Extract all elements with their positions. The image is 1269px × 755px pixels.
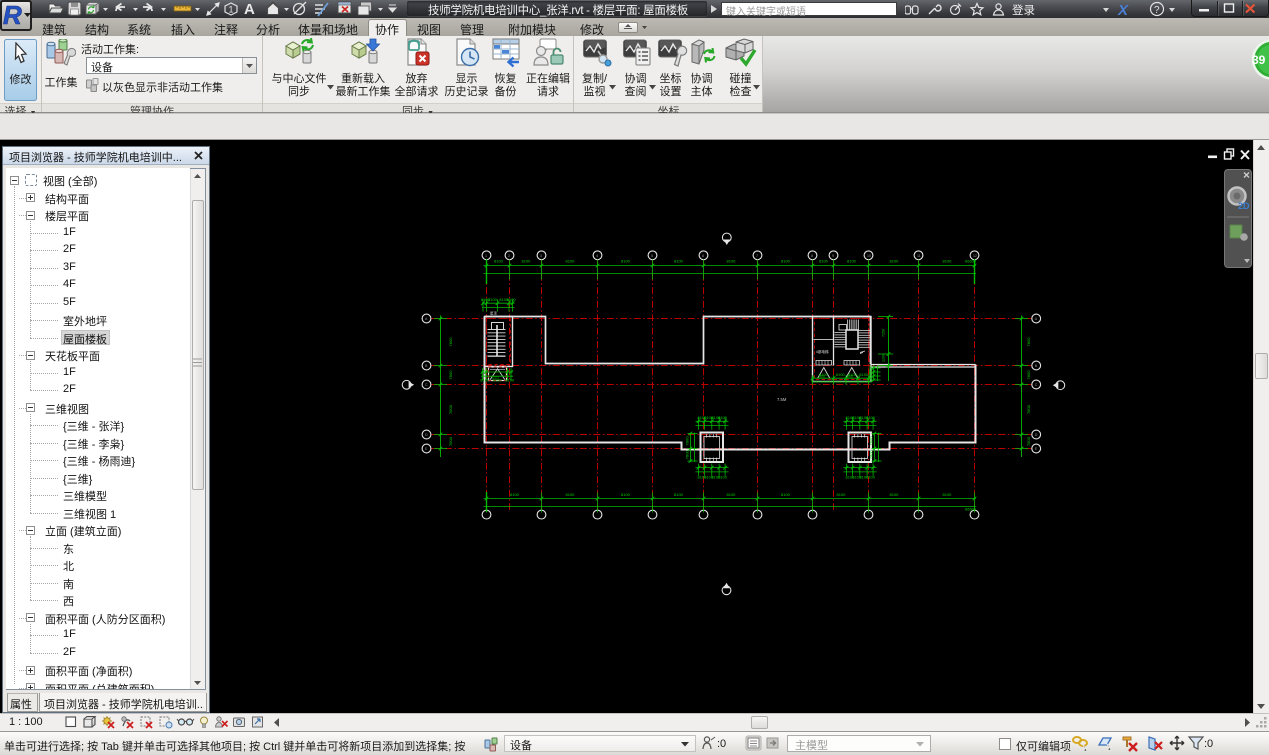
svg-text:C: C [425,383,428,387]
svg-text:8100: 8100 [848,372,858,377]
svg-text:8100: 8100 [674,492,684,497]
svg-text:D: D [1035,433,1038,437]
svg-text:7150: 7150 [882,329,886,337]
svg-text:8100: 8100 [494,259,504,264]
svg-text:7: 7 [756,254,758,258]
svg-text:X: X [1117,2,1129,18]
svg-text:66600: 66600 [965,507,977,512]
svg-text:屋顶: 屋顶 [490,311,497,316]
svg-text:?: ? [1154,5,1160,16]
svg-text:6: 6 [702,254,704,258]
svg-text:7800: 7800 [685,450,690,460]
svg-text:8100: 8100 [621,492,631,497]
svg-text:7.5M: 7.5M [777,397,787,402]
svg-text:8100: 8100 [943,492,953,497]
svg-text:3: 3 [540,254,542,258]
svg-text:8100: 8100 [505,378,515,383]
svg-text:8100: 8100 [890,492,900,497]
svg-text:66600: 66600 [965,259,977,264]
svg-text:7800: 7800 [869,436,874,446]
svg-text:12: 12 [973,254,977,258]
svg-text:2: 2 [508,254,510,258]
svg-text:8100: 8100 [847,259,857,264]
svg-text:8100: 8100 [488,297,498,302]
svg-text:7800: 7800 [685,436,690,446]
svg-text:9: 9 [832,254,834,258]
svg-text:D: D [425,433,428,437]
svg-text:A: A [244,1,255,18]
svg-text:1: 1 [485,254,487,258]
svg-text:8100: 8100 [866,415,876,420]
svg-text:8100: 8100 [781,259,791,264]
svg-text:8100: 8100 [718,475,728,480]
svg-text:7800: 7800 [1026,436,1031,446]
svg-text:4: 4 [596,254,598,258]
svg-text:11: 11 [917,254,921,258]
svg-text:8100: 8100 [566,492,576,497]
svg-text:7800: 7800 [448,404,453,414]
svg-text:8100: 8100 [943,259,953,264]
svg-text:8100: 8100 [859,372,869,377]
svg-text:8100: 8100 [781,492,791,497]
svg-text:7800: 7800 [869,450,874,460]
svg-text:8100: 8100 [890,259,900,264]
svg-text:8100: 8100 [718,415,728,420]
svg-text:8100: 8100 [566,259,576,264]
svg-text:8100: 8100 [507,297,517,302]
svg-text:7800: 7800 [448,436,453,446]
svg-text:C: C [1035,383,1038,387]
svg-text:8100: 8100 [510,492,520,497]
svg-text:R: R [3,1,22,29]
svg-text:8100: 8100 [866,475,876,480]
svg-text:8100: 8100 [819,372,829,377]
svg-text:8100: 8100 [837,492,847,497]
svg-text:7800: 7800 [1026,370,1031,380]
svg-text:5: 5 [651,254,653,258]
svg-text:10: 10 [867,254,871,258]
svg-text:7800: 7800 [1026,337,1031,347]
svg-text:8100: 8100 [727,492,737,497]
svg-text:8: 8 [811,254,813,258]
svg-text:2D: 2D [1238,201,1250,211]
svg-text:1: 1 [229,5,234,15]
svg-text:8100: 8100 [522,259,532,264]
svg-text:8100: 8100 [480,378,490,383]
svg-text:8100: 8100 [727,259,737,264]
svg-text:8100: 8100 [674,259,684,264]
svg-text:39: 39 [1252,53,1266,67]
svg-text:8100: 8100 [621,259,631,264]
svg-text:1200: 1200 [882,354,886,362]
svg-text:7800: 7800 [448,370,453,380]
svg-text:7800: 7800 [1026,404,1031,414]
svg-text:1221: 1221 [491,376,499,380]
svg-text:4部电梯: 4部电梯 [816,349,829,354]
svg-text:7800: 7800 [448,337,453,347]
svg-text:8100: 8100 [836,372,846,377]
svg-text:登录: 登录 [1012,3,1035,17]
svg-text:8100: 8100 [819,259,829,264]
